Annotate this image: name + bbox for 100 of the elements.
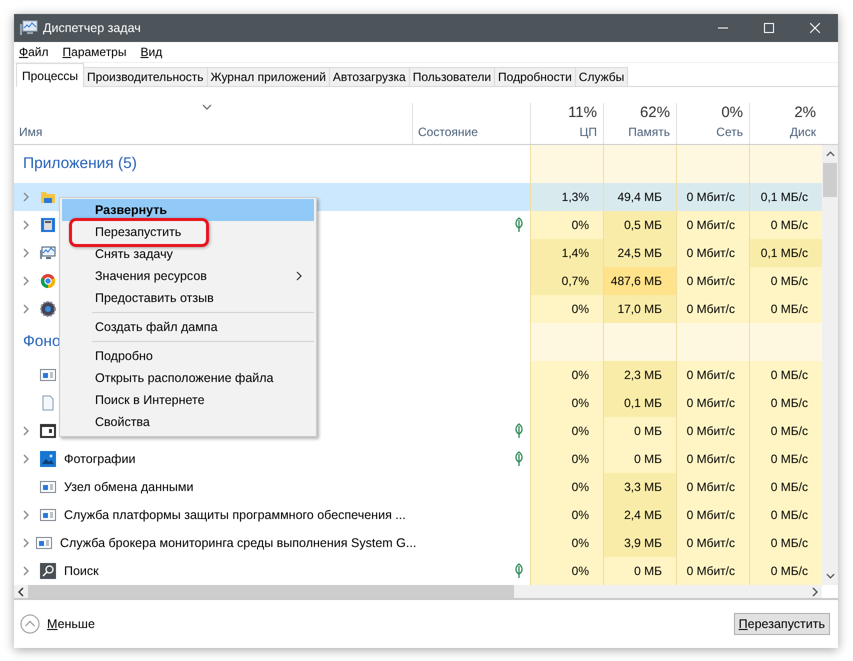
chevron-icon[interactable] xyxy=(23,454,29,464)
horizontal-scrollbar[interactable] xyxy=(14,585,822,598)
column-header[interactable]: Имя xyxy=(14,103,412,144)
monitor-icon xyxy=(40,245,56,261)
process-name: Узел обмена данными xyxy=(64,480,194,494)
table-cell: 0 Мбит/с xyxy=(676,239,749,267)
monitor-icon xyxy=(20,20,38,36)
chevron-icon[interactable] xyxy=(23,276,29,286)
column-header[interactable]: 11% ЦП xyxy=(530,103,603,144)
chevron-icon[interactable] xyxy=(23,510,29,520)
group-title: Приложения (5) xyxy=(23,155,137,173)
table-cell: 1,4% xyxy=(530,239,603,267)
column-total: 0% xyxy=(721,104,743,121)
table-cell: 0 МБ xyxy=(603,417,676,445)
table-cell: 2,4 МБ xyxy=(603,501,676,529)
table-cell: 0,1 МБ xyxy=(603,389,676,417)
tab[interactable]: Подробности xyxy=(495,67,576,87)
menu-item[interactable]: Открыть расположение файла xyxy=(62,367,314,389)
column-total: 62% xyxy=(640,104,670,121)
table-cell: 3,3 МБ xyxy=(603,473,676,501)
menu-item[interactable]: Свойства xyxy=(62,411,314,433)
table-cell: 0 Мбит/с xyxy=(676,445,749,473)
table-cell: 0% xyxy=(530,417,603,445)
window-icon xyxy=(36,535,52,551)
maximize-icon[interactable] xyxy=(764,23,774,33)
menu-item[interactable]: Вид xyxy=(140,45,162,59)
menu-item[interactable]: Поиск в Интернете xyxy=(62,389,314,411)
column-header[interactable]: 2% Диск xyxy=(749,103,822,144)
scroll-up-icon[interactable] xyxy=(826,151,834,157)
scrollbar-thumb[interactable] xyxy=(28,585,514,598)
table-cell: 3,9 МБ xyxy=(603,529,676,557)
menu-item[interactable]: Снять задачу xyxy=(62,243,314,265)
table-cell: 0 Мбит/с xyxy=(676,417,749,445)
table-cell: 2,3 МБ xyxy=(603,361,676,389)
table-cell: 0 МБ/с xyxy=(749,211,822,239)
column-total: 2% xyxy=(794,104,816,121)
table-cell: 0 МБ xyxy=(603,445,676,473)
scroll-down-icon[interactable] xyxy=(826,573,834,579)
restart-button[interactable]: Перезапустить xyxy=(734,613,830,635)
table-cell: 0 Мбит/с xyxy=(676,295,749,323)
folder-icon xyxy=(40,189,56,205)
tab[interactable]: Пользователи xyxy=(410,67,496,87)
window-icon xyxy=(40,507,56,523)
collapse-icon[interactable] xyxy=(20,614,40,634)
chevron-icon[interactable] xyxy=(23,566,29,576)
chevron-icon[interactable] xyxy=(23,304,29,314)
menu-item[interactable]: Развернуть xyxy=(62,199,314,221)
table-cell: 0 Мбит/с xyxy=(676,361,749,389)
column-label: Память xyxy=(628,125,670,139)
chevron-icon[interactable] xyxy=(23,538,29,548)
table-cell: 0 Мбит/с xyxy=(676,473,749,501)
menu-item[interactable]: Файл xyxy=(19,45,49,59)
table-cell: 0% xyxy=(530,501,603,529)
group-title: Фоно xyxy=(23,333,61,351)
table-cell: 0 МБ/с xyxy=(749,295,822,323)
window-icon xyxy=(40,423,56,439)
table-cell: 0 МБ/с xyxy=(749,529,822,557)
menu-item[interactable]: Параметры xyxy=(62,45,126,59)
table-cell: 487,6 МБ xyxy=(603,267,676,295)
column-header[interactable]: 0% Сеть xyxy=(676,103,749,144)
table-cell: 0% xyxy=(530,295,603,323)
table-cell: 0% xyxy=(530,361,603,389)
scrollbar-thumb[interactable] xyxy=(823,163,837,197)
scroll-left-icon[interactable] xyxy=(18,586,24,596)
chevron-icon[interactable] xyxy=(23,220,29,230)
table-cell: 0 Мбит/с xyxy=(676,501,749,529)
table-cell: 0% xyxy=(530,211,603,239)
table-cell: 0 Мбит/с xyxy=(676,557,749,585)
tab[interactable]: Производительность xyxy=(84,67,208,87)
menu-item[interactable]: Подробно xyxy=(62,345,314,367)
close-icon[interactable] xyxy=(810,23,820,33)
tab[interactable]: Службы xyxy=(576,67,628,87)
menu-item[interactable]: Предоставить отзыв xyxy=(62,287,314,309)
column-header[interactable]: 62% Память xyxy=(603,103,676,144)
table-cell: 0 МБ/с xyxy=(749,361,822,389)
table-cell: 0,1 МБ/с xyxy=(749,183,822,211)
table-cell: 0 МБ xyxy=(603,557,676,585)
tab[interactable]: Процессы xyxy=(16,63,84,87)
menu-item[interactable]: Значения ресурсов xyxy=(62,265,314,287)
fewer-details-link[interactable]: Меньше xyxy=(47,617,95,631)
chevron-icon[interactable] xyxy=(23,248,29,258)
window-title: Диспетчер задач xyxy=(43,21,141,35)
tab[interactable]: Журнал приложений xyxy=(208,67,330,87)
table-cell: 0,7% xyxy=(530,267,603,295)
vertical-scrollbar[interactable] xyxy=(822,145,838,585)
process-name: Служба платформы защиты программного обеспечения ... xyxy=(64,508,406,522)
menu-item[interactable]: Создать файл дампа xyxy=(62,316,314,338)
column-label: Имя xyxy=(19,125,42,139)
table-cell: 0 МБ/с xyxy=(749,267,822,295)
chevron-icon[interactable] xyxy=(23,192,29,202)
window-icon xyxy=(40,367,56,383)
table-cell: 0 МБ/с xyxy=(749,417,822,445)
tab[interactable]: Автозагрузка xyxy=(330,67,410,87)
window-icon xyxy=(40,479,56,495)
scroll-right-icon[interactable] xyxy=(812,586,818,596)
table-cell: 0% xyxy=(530,557,603,585)
menu-item[interactable]: Перезапустить xyxy=(62,221,314,243)
table-cell: 24,5 МБ xyxy=(603,239,676,267)
chevron-icon[interactable] xyxy=(23,426,29,436)
column-header[interactable]: Состояние xyxy=(412,103,530,144)
